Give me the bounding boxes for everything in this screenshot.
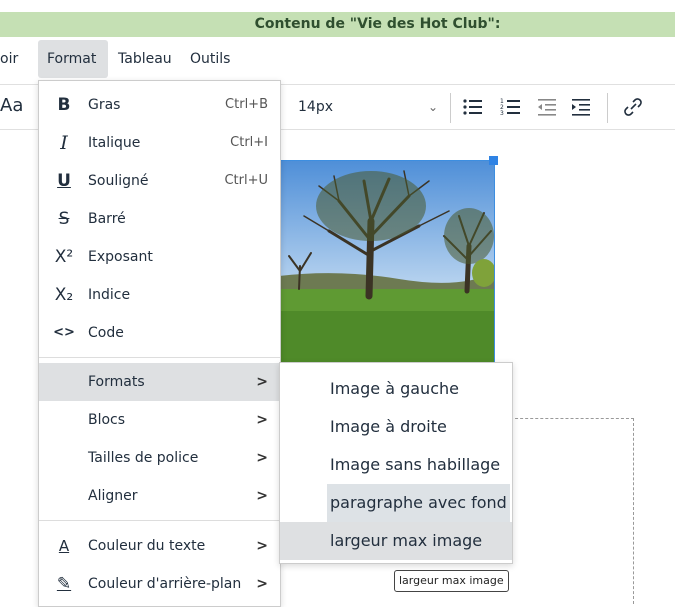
code-icon: <> [53,325,75,340]
tooltip: largeur max image [394,570,509,592]
menubar: oir Format Tableau Outils [0,40,675,80]
menu-item-label: Couleur d'arrière-plan [88,576,242,592]
editor-title-bar: Contenu de "Vie des Hot Club": [0,12,675,37]
toolbar-separator [450,93,451,123]
font-family-button[interactable]: Aa [0,95,23,116]
chevron-down-icon: ⌄ [427,100,438,114]
menu-item-label: Code [88,325,124,341]
submenu-item-label: Image sans habillage [330,455,501,474]
submenu-item-image-right[interactable]: Image à droite [280,408,512,446]
superscript-icon: X² [54,247,74,267]
formats-submenu: Image à gauche Image à droite Image sans… [279,362,513,564]
menu-item-strikethrough[interactable]: S Barré [39,200,280,238]
indent-icon[interactable] [570,97,592,117]
menu-item-label: Gras [88,97,121,113]
numbered-list-icon[interactable]: 1 2 3 [500,97,522,117]
submenu-item-image-no-wrap[interactable]: Image sans habillage [280,446,512,484]
menu-item-shortcut: Ctrl+I [230,135,268,150]
image-resize-handle[interactable] [489,156,498,165]
menu-item-code[interactable]: <> Code [39,314,280,352]
menu-item-label: Indice [88,287,131,303]
menu-item-label: Aligner [88,488,138,504]
menu-item-align[interactable]: Aligner > [39,477,280,515]
menu-item-text-color[interactable]: A Couleur du texte > [39,527,280,565]
menu-item-bold[interactable]: B Gras Ctrl+B [39,86,280,124]
bold-icon: B [57,95,71,115]
submenu-item-max-width-image[interactable]: largeur max image [280,522,512,560]
menu-item-label: Exposant [88,249,153,265]
menu-item-superscript[interactable]: X² Exposant [39,238,280,276]
menu-item-label: Souligné [88,173,149,189]
menu-item-label: Couleur du texte [88,538,206,554]
menu-item-label: Tailles de police [88,450,199,466]
submenu-item-label: largeur max image [330,531,483,550]
chevron-right-icon: > [256,576,268,592]
link-icon[interactable] [622,97,644,117]
menu-view[interactable]: oir [0,40,30,78]
svg-text:3: 3 [500,110,504,117]
submenu-item-label: Image à droite [330,417,447,436]
chevron-right-icon: > [256,488,268,504]
font-size-select[interactable]: 14px ⌄ [292,94,442,120]
submenu-item-image-left[interactable]: Image à gauche [280,370,512,408]
subscript-icon: X₂ [54,285,74,305]
menu-divider [39,357,280,358]
menu-item-background-color[interactable]: ✎ Couleur d'arrière-plan > [39,565,280,603]
underline-icon: U [57,171,71,191]
menu-item-subscript[interactable]: X₂ Indice [39,276,280,314]
chevron-right-icon: > [256,412,268,428]
format-menu: B Gras Ctrl+B I Italique Ctrl+I U Soulig… [38,80,281,607]
submenu-item-label: Image à gauche [330,379,459,398]
text-color-icon: A [58,537,70,555]
menu-item-shortcut: Ctrl+U [224,173,268,188]
editor-title: Contenu de "Vie des Hot Club": [254,16,501,32]
chevron-right-icon: > [256,538,268,554]
strikethrough-icon: S [58,209,70,229]
menu-divider [39,520,280,521]
menu-item-font-sizes[interactable]: Tailles de police > [39,439,280,477]
menu-item-shortcut: Ctrl+B [225,97,268,112]
submenu-item-label: paragraphe avec fond [327,484,510,522]
menu-item-label: Formats [88,374,145,390]
menu-item-label: Blocs [88,412,126,428]
chevron-right-icon: > [256,450,268,466]
highlight-color-icon: ✎ [56,574,72,594]
outdent-icon[interactable] [536,97,558,117]
menu-item-label: Italique [88,135,141,151]
content-image[interactable] [278,160,495,364]
menu-format[interactable]: Format [38,40,108,78]
menu-item-underline[interactable]: U Souligné Ctrl+U [39,162,280,200]
italic-icon: I [60,132,68,154]
tree-photo-image [279,161,494,363]
chevron-right-icon: > [256,374,268,390]
submenu-item-paragraph-background[interactable]: paragraphe avec fond [280,484,512,522]
menu-item-italic[interactable]: I Italique Ctrl+I [39,124,280,162]
menu-item-label: Barré [88,211,126,227]
bullet-list-icon[interactable] [462,97,484,117]
font-size-value: 14px [298,99,333,115]
menu-table[interactable]: Tableau [118,40,172,78]
menu-item-formats[interactable]: Formats > [39,363,280,401]
content-dashed-box [505,418,634,604]
menu-item-blocks[interactable]: Blocs > [39,401,280,439]
toolbar-separator [607,93,608,123]
menu-tools[interactable]: Outils [190,40,230,78]
